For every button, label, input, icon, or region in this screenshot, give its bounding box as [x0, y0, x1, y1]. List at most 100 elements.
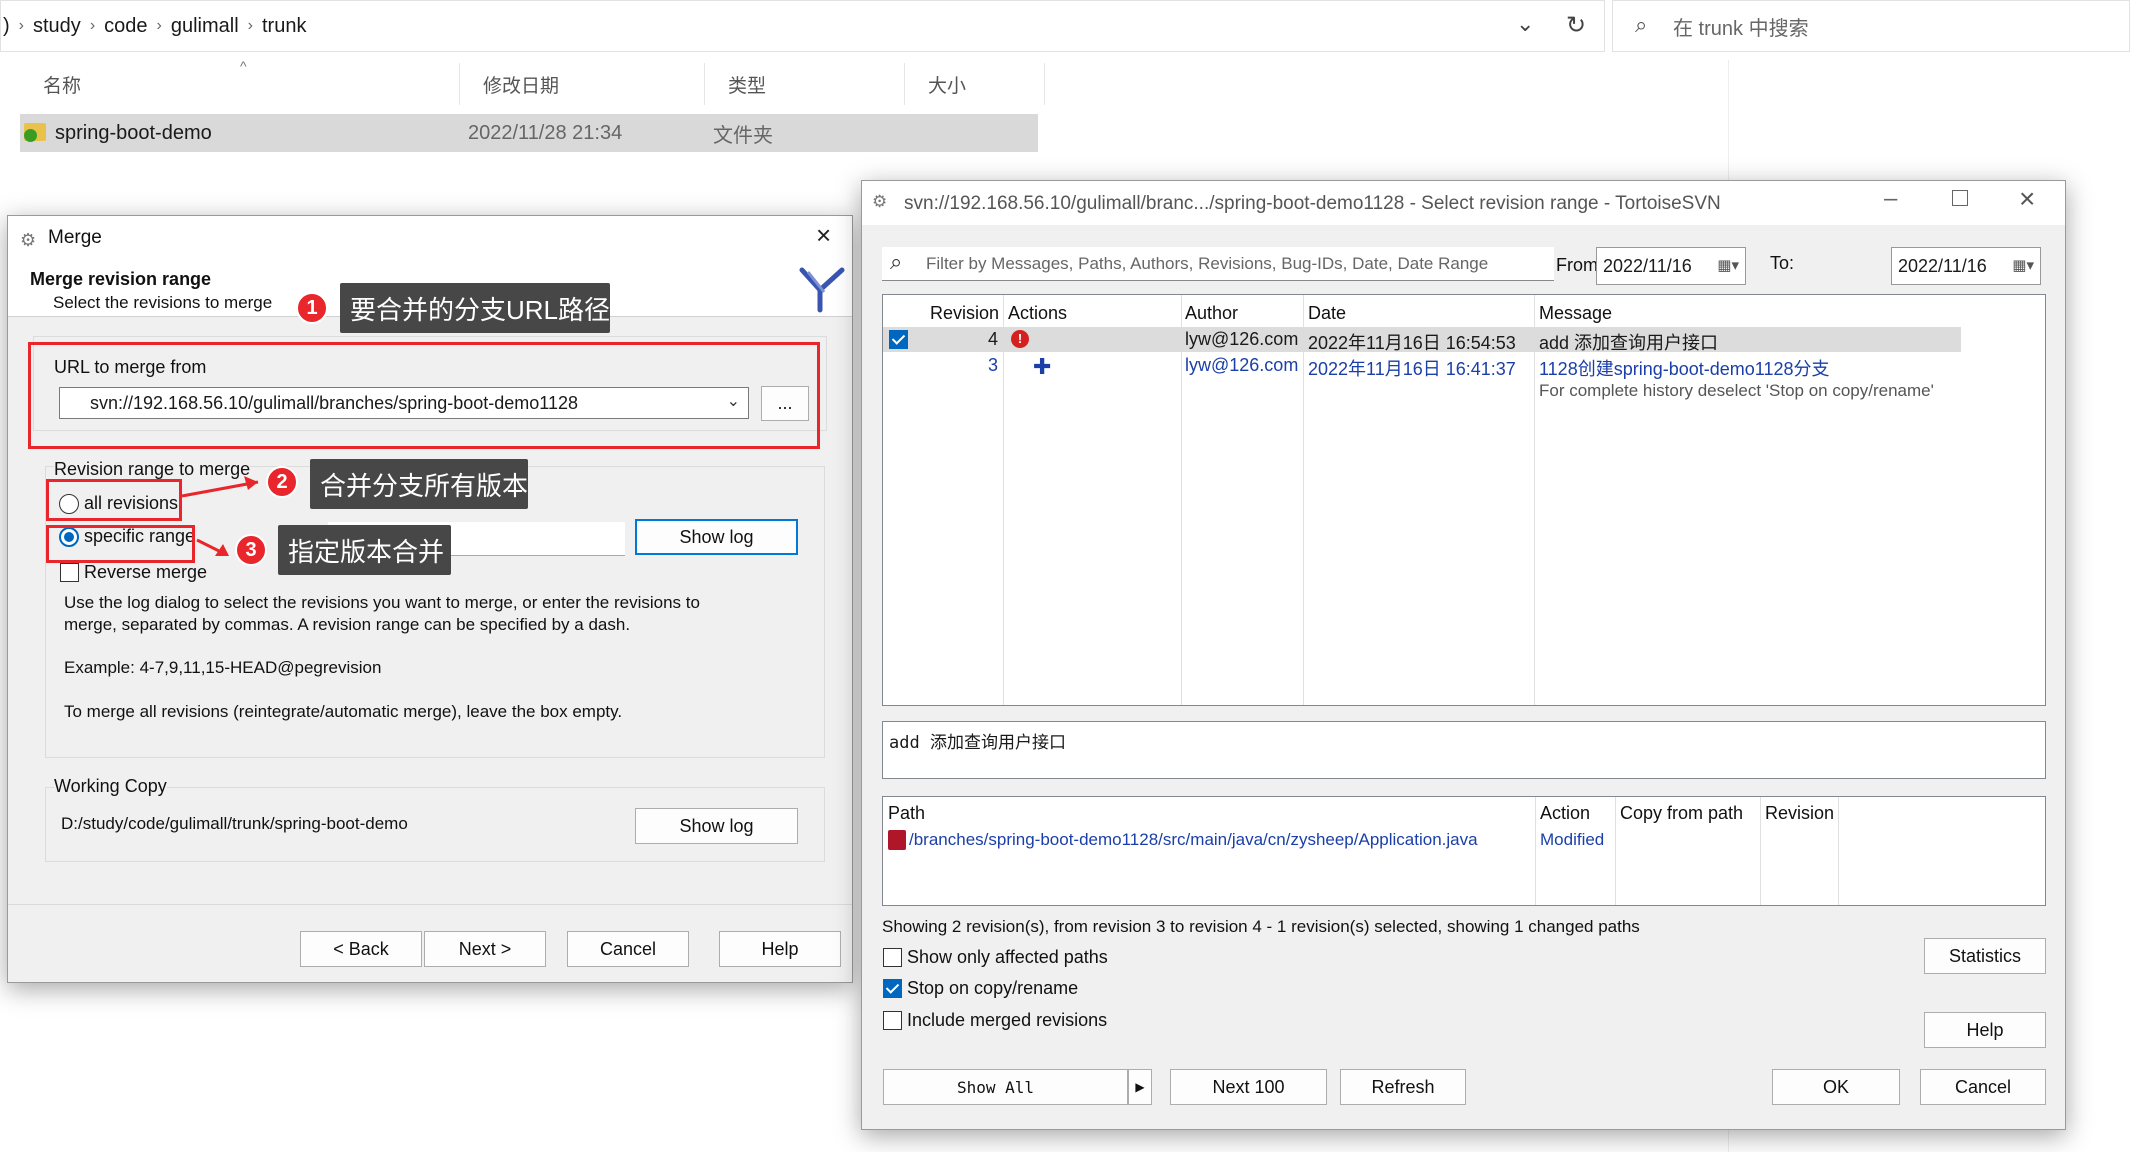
page-subheading: Select the revisions to merge [53, 293, 273, 312]
to-date-value: 2022/11/16 [1898, 255, 1987, 276]
breadcrumb-trunk[interactable]: trunk [262, 15, 306, 38]
help-text-2: merge, separated by commas. A revision r… [64, 615, 631, 634]
reverse-merge-label[interactable]: Reverse merge [84, 562, 207, 583]
changed-paths-list[interactable]: Path Action Copy from path Revision /bra… [882, 796, 2046, 906]
from-date-picker[interactable]: 2022/11/16 ▦▾ [1596, 247, 1746, 285]
col-actions[interactable]: Actions [1008, 303, 1067, 324]
col-path[interactable]: Path [888, 803, 925, 824]
annotation-box-url [28, 342, 820, 449]
svn-folder-icon [24, 123, 46, 142]
col-message[interactable]: Message [1539, 303, 1612, 324]
col-date[interactable]: Date [1308, 303, 1346, 324]
annotation-callout-2: 合并分支所有版本 [310, 459, 528, 509]
path-row[interactable]: /branches/spring-boot-demo1128/src/main/… [883, 827, 2043, 853]
file-type: 文件夹 [713, 124, 773, 147]
log-titlebar: ⚙ svn://192.168.56.10/gulimall/branc.../… [862, 181, 2065, 225]
history-note: For complete history deselect 'Stop on c… [1539, 381, 1934, 400]
col-path-revision[interactable]: Revision [1765, 803, 1834, 824]
include-merged-checkbox[interactable] [883, 1011, 902, 1030]
file-date: 2022/11/28 21:34 [468, 121, 623, 144]
wc-path: D:/study/code/gulimall/trunk/spring-boot… [61, 814, 408, 833]
table-row[interactable]: 4 ! lyw@126.com 2022年11月16日 16:54:53 add… [883, 327, 1961, 353]
modified-icon: ! [1011, 330, 1029, 348]
breadcrumb-code[interactable]: code [104, 15, 147, 38]
column-date[interactable]: 修改日期 [460, 63, 705, 105]
tortoise-icon: ⚙ [20, 230, 37, 250]
calendar-icon[interactable]: ▦▾ [1717, 256, 1739, 274]
file-row[interactable]: spring-boot-demo 2022/11/28 21:34 文件夹 [20, 114, 1038, 152]
help-button[interactable]: Help [1924, 1012, 2046, 1048]
include-merged-label[interactable]: Include merged revisions [907, 1010, 1107, 1031]
ok-button[interactable]: OK [1772, 1069, 1900, 1105]
search-icon: ⌕ [890, 249, 903, 274]
triangle-right-icon: ▶ [1135, 1080, 1145, 1094]
statistics-button[interactable]: Statistics [1924, 938, 2046, 974]
column-name[interactable]: 名称 [20, 63, 460, 105]
row-message: 1128创建spring-boot-demo1128分支 [1539, 359, 1830, 379]
col-copy-from[interactable]: Copy from path [1620, 803, 1743, 824]
col-action[interactable]: Action [1540, 803, 1590, 824]
chevron-right-icon: › [89, 17, 96, 34]
row-select-checkbox[interactable] [889, 330, 908, 349]
empty-note: To merge all revisions (reintegrate/auto… [64, 702, 623, 721]
maximize-icon[interactable] [1952, 190, 1968, 206]
annotation-callout-3: 指定版本合并 [278, 525, 451, 575]
stop-on-copy-label[interactable]: Stop on copy/rename [907, 978, 1078, 999]
show-log-button[interactable]: Show log [635, 519, 798, 555]
show-all-button[interactable]: Show All [883, 1069, 1128, 1105]
next-button[interactable]: Next > [424, 931, 546, 967]
close-icon[interactable]: × [2019, 183, 2035, 215]
example-text: Example: 4-7,9,11,15-HEAD@pegrevision [64, 658, 382, 677]
show-only-affected-checkbox[interactable] [883, 948, 902, 967]
minimize-icon[interactable]: – [1884, 185, 1897, 213]
row-date: 2022年11月16日 16:41:37 [1308, 359, 1516, 379]
row-date: 2022年11月16日 16:54:53 [1308, 333, 1516, 353]
chevron-right-icon: › [18, 17, 24, 34]
close-icon[interactable]: × [816, 220, 831, 251]
annotation-callout-1: 要合并的分支URL路径 [340, 283, 610, 333]
wc-show-log-button[interactable]: Show log [635, 808, 798, 844]
show-only-affected-label[interactable]: Show only affected paths [907, 947, 1108, 968]
refresh-icon[interactable]: ↻ [1566, 11, 1586, 40]
cancel-button[interactable]: Cancel [1920, 1069, 2046, 1105]
row-message: add 添加查询用户接口 [1539, 333, 1719, 353]
row-revision: 4 [988, 329, 999, 349]
filter-input[interactable]: ⌕ Filter by Messages, Paths, Authors, Re… [882, 247, 1554, 281]
show-all-dropdown[interactable]: ▶ [1128, 1069, 1152, 1105]
annotation-badge-1: 1 [296, 292, 328, 324]
merge-branch-icon [799, 267, 845, 313]
log-title: svn://192.168.56.10/gulimall/branc.../sp… [904, 193, 1721, 214]
stop-on-copy-checkbox[interactable] [883, 979, 902, 998]
revision-list[interactable]: Revision Actions Author Date Message 4 !… [882, 294, 2046, 706]
row-author: lyw@126.com [1185, 329, 1299, 349]
breadcrumb-study[interactable]: study [33, 15, 81, 38]
page-heading: Merge revision range [30, 269, 212, 289]
next-100-button[interactable]: Next 100 [1170, 1069, 1327, 1105]
message-text: add 添加查询用户接口 [889, 733, 1066, 753]
dialog-title: Merge [48, 227, 102, 248]
tortoise-icon: ⚙ [872, 192, 888, 211]
path-action: Modified [1540, 830, 1605, 849]
calendar-icon[interactable]: ▦▾ [2012, 256, 2034, 274]
back-button[interactable]: < Back [300, 931, 422, 967]
breadcrumb-gulimall[interactable]: gulimall [171, 15, 239, 38]
row-revision: 3 [988, 355, 999, 375]
annotation-badge-3: 3 [235, 534, 267, 566]
col-revision[interactable]: Revision [930, 303, 999, 324]
table-row[interactable]: 3 ✚ lyw@126.com 2022年11月16日 16:41:37 112… [883, 353, 1961, 379]
chevron-down-icon[interactable]: ⌄ [1516, 11, 1534, 37]
message-box[interactable]: add 添加查询用户接口 [882, 721, 2046, 779]
column-size[interactable]: 大小 [905, 63, 1045, 105]
reverse-merge-checkbox[interactable] [60, 563, 79, 582]
wc-label: Working Copy [54, 776, 167, 797]
address-bar[interactable]: ) › study › code › gulimall › trunk ⌄ ↻ [0, 0, 1605, 52]
col-author[interactable]: Author [1185, 303, 1238, 324]
to-date-picker[interactable]: 2022/11/16 ▦▾ [1891, 247, 2041, 285]
chevron-right-icon: › [156, 17, 162, 34]
help-button[interactable]: Help [719, 931, 841, 967]
cancel-button[interactable]: Cancel [567, 931, 689, 967]
help-text-1: Use the log dialog to select the revisio… [64, 593, 700, 612]
explorer-search-input[interactable]: ⌕ 在 trunk 中搜索 [1612, 0, 2130, 52]
refresh-button[interactable]: Refresh [1340, 1069, 1466, 1105]
column-type[interactable]: 类型 [705, 63, 905, 105]
